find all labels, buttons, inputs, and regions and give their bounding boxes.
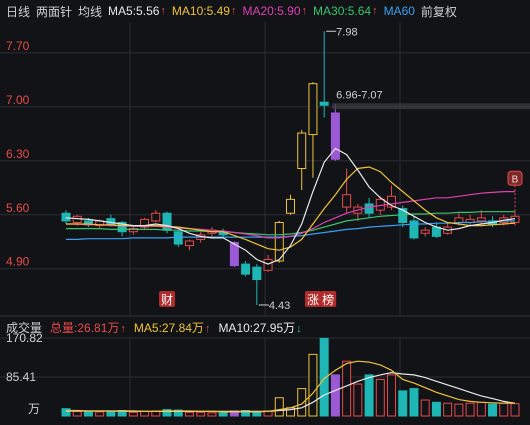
volume-bar[interactable] (364, 374, 374, 417)
volume-title[interactable]: 成交量 (6, 319, 42, 336)
candle-body[interactable] (319, 101, 329, 106)
volume-bar[interactable] (431, 401, 441, 417)
candle-body[interactable] (241, 263, 251, 275)
volume-bar[interactable] (342, 360, 352, 417)
volume-bar[interactable] (353, 383, 363, 417)
candle-body[interactable] (342, 194, 352, 208)
volume-bar[interactable] (454, 403, 464, 417)
candle-body[interactable] (286, 198, 295, 214)
volume-bar[interactable] (218, 412, 228, 417)
candle-body[interactable] (420, 229, 430, 234)
candle-body[interactable] (454, 217, 464, 223)
volume-bar[interactable] (207, 412, 217, 417)
volume-bar[interactable] (330, 374, 340, 417)
finance-tag: 财 (161, 293, 173, 307)
volume-bar[interactable] (375, 378, 385, 417)
volume-bar[interactable] (510, 403, 520, 417)
volume-bar[interactable] (274, 397, 284, 417)
volume-bar[interactable] (420, 399, 430, 417)
candle-body[interactable] (364, 203, 374, 214)
volume-bar[interactable] (465, 402, 475, 417)
volume-bar[interactable] (308, 353, 318, 417)
volume-bar[interactable] (72, 410, 82, 417)
volume-bar[interactable] (476, 401, 486, 417)
price-chart[interactable]: 7.70 7.00 6.30 5.60 4.90 7.98 4.43 6.96-7.07 B 财 涨… (0, 0, 530, 425)
stock-chart-window: 日线 两面针 均线 MA5:5.56 ↑ MA10:5.49 ↑ MA20:5.90… (0, 0, 530, 425)
volume-bar[interactable] (95, 411, 105, 417)
volume-total: 总量:26.81万↑ (50, 320, 126, 335)
high-price-label: 7.98 (336, 26, 357, 38)
volume-bar[interactable] (297, 388, 307, 417)
y-tick-label: 4.90 (6, 255, 30, 269)
candle-body[interactable] (184, 240, 194, 247)
volume-bar[interactable] (140, 410, 150, 417)
candle-body[interactable] (151, 212, 161, 222)
up-arrow-icon: ↑ (120, 322, 126, 335)
down-arrow-icon: ↓ (296, 322, 302, 335)
low-price-label: 4.43 (269, 300, 290, 312)
candle-body[interactable] (263, 258, 273, 271)
y-tick-label: 7.00 (6, 93, 30, 107)
candle-body[interactable] (297, 132, 307, 170)
buy-signal-label: B (512, 174, 519, 185)
volume-bar[interactable] (499, 402, 509, 417)
volume-header: 成交量 总量:26.81万↑ MA5:27.84万↑ MA10:27.95万↓ (0, 318, 530, 336)
volume-bar[interactable] (488, 403, 498, 417)
y-tick-label: 5.60 (6, 201, 30, 215)
candle-body[interactable] (308, 83, 318, 136)
volume-bar[interactable] (409, 388, 419, 417)
y-tick-label: 6.30 (6, 147, 30, 161)
candle-body[interactable] (61, 212, 71, 222)
volume-bar[interactable] (128, 411, 138, 417)
price-range-label: 6.96-7.07 (336, 89, 382, 101)
candle-body[interactable] (476, 217, 486, 222)
ranking-tag: 榜 (322, 292, 334, 307)
up-arrow-icon: ↑ (204, 322, 211, 335)
volume-bar[interactable] (106, 410, 116, 417)
volume-bar[interactable] (196, 411, 206, 417)
volume-bar[interactable] (61, 408, 71, 417)
candle-body[interactable] (252, 266, 262, 281)
volume-y-tick-label: 85.41 (6, 370, 36, 384)
volume-bar[interactable] (83, 411, 93, 417)
volume-bar[interactable] (184, 411, 194, 417)
volume-unit-label: 万 (28, 402, 40, 416)
volume-bar[interactable] (443, 402, 453, 417)
y-tick-label: 7.70 (6, 39, 30, 53)
price-range-band (332, 103, 530, 110)
volume-bar[interactable] (387, 374, 397, 417)
volume-bar[interactable] (398, 390, 408, 417)
volume-ma10: MA10:27.95万↓ (218, 320, 302, 335)
volume-ma5: MA5:27.84万↑ (133, 320, 211, 335)
limit-up-tag: 涨 (307, 292, 319, 307)
